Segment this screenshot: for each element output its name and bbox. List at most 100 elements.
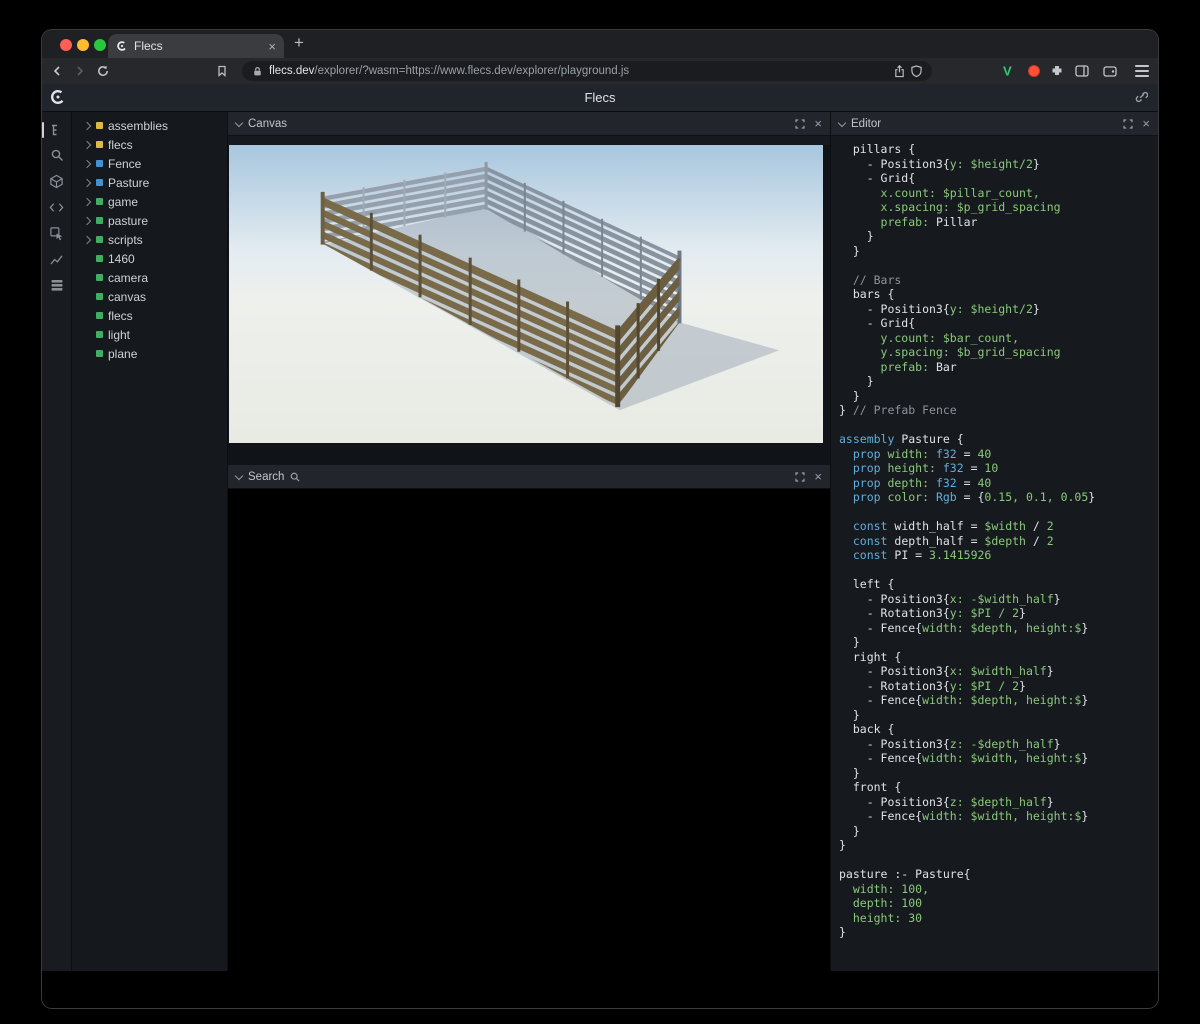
code-line: const width_half = $width / 2 <box>839 519 1158 534</box>
bookmark-sidebar-icon[interactable] <box>216 65 228 77</box>
tab-close-icon[interactable]: × <box>268 40 276 53</box>
tree-item-label: flecs <box>108 138 133 152</box>
entity-color-square <box>96 217 103 224</box>
browser-tab[interactable]: Flecs × <box>108 34 284 58</box>
menu-hamburger-icon[interactable] <box>1135 70 1149 72</box>
new-tab-button[interactable]: + <box>294 33 304 53</box>
address-bar[interactable]: flecs.dev/explorer/?wasm=https://www.fle… <box>242 61 932 81</box>
reload-button[interactable] <box>97 65 109 77</box>
code-line: back { <box>839 722 1158 737</box>
code-line: - Position3{y: $height/2} <box>839 302 1158 317</box>
expand-chevron-icon[interactable] <box>83 216 91 224</box>
zoom-window-button[interactable] <box>94 39 106 51</box>
fullscreen-icon[interactable] <box>795 472 805 482</box>
browser-toolbar: flecs.dev/explorer/?wasm=https://www.fle… <box>42 58 1158 84</box>
wallet-icon[interactable] <box>1103 65 1117 77</box>
tree-item[interactable]: light <box>72 325 227 344</box>
stats-chart-icon[interactable] <box>49 251 65 267</box>
query-search-icon[interactable] <box>49 147 65 163</box>
tree-item[interactable]: flecs <box>72 135 227 154</box>
code-line: assembly Pasture { <box>839 432 1158 447</box>
page-title: Flecs <box>584 90 615 105</box>
v-extension-icon[interactable]: V <box>1003 64 1012 79</box>
tree-item-label: assemblies <box>108 119 168 133</box>
code-line: prop depth: f32 = 40 <box>839 476 1158 491</box>
code-line: } // Prefab Fence <box>839 403 1158 418</box>
minimize-window-button[interactable] <box>77 39 89 51</box>
red-extension-icon[interactable] <box>1028 65 1040 77</box>
flecs-favicon-icon <box>116 40 128 52</box>
tree-item[interactable]: 1460 <box>72 249 227 268</box>
code-line: - Position3{z: -$depth_half} <box>839 737 1158 752</box>
collapse-chevron-icon[interactable] <box>235 471 243 479</box>
code-line <box>839 505 1158 520</box>
share-icon[interactable] <box>894 65 905 78</box>
tree-item[interactable]: plane <box>72 344 227 363</box>
fullscreen-icon[interactable] <box>795 119 805 129</box>
side-panel-icon[interactable] <box>1075 65 1089 77</box>
share-link-icon[interactable] <box>1134 90 1148 104</box>
code-line: left { <box>839 577 1158 592</box>
editor-panel-title: Editor <box>851 118 881 130</box>
tree-item[interactable]: camera <box>72 268 227 287</box>
editor-panel-header: Editor × <box>831 112 1158 136</box>
tree-item[interactable]: assemblies <box>72 116 227 135</box>
inspect-cursor-icon[interactable] <box>49 225 65 241</box>
expand-chevron-icon[interactable] <box>83 121 91 129</box>
tree-item-label: camera <box>108 271 148 285</box>
close-panel-icon[interactable]: × <box>814 117 822 130</box>
flecs-page: Flecs <box>42 84 1158 1008</box>
code-line: prefab: Bar <box>839 360 1158 375</box>
tree-item[interactable]: flecs <box>72 306 227 325</box>
entity-tree: assemblies flecs FencePasture game pasturesc… <box>72 112 228 971</box>
expand-chevron-icon[interactable] <box>83 159 91 167</box>
search-panel-header: Search × <box>228 465 830 489</box>
close-panel-icon[interactable]: × <box>814 470 822 483</box>
code-line: prefab: Pillar <box>839 215 1158 230</box>
url-path: /explorer/?wasm=https://www.flecs.dev/ex… <box>314 65 629 77</box>
extensions-puzzle-icon[interactable] <box>1051 65 1064 78</box>
expand-chevron-icon[interactable] <box>83 197 91 205</box>
memory-rows-icon[interactable] <box>49 277 65 293</box>
brave-shield-icon[interactable] <box>911 65 922 78</box>
code-line: - Position3{z: $depth_half} <box>839 795 1158 810</box>
tree-item[interactable]: scripts <box>72 230 227 249</box>
expand-chevron-icon[interactable] <box>83 140 91 148</box>
editor-code[interactable]: pillars { - Position3{y: $height/2} - Gr… <box>831 136 1158 971</box>
collapse-chevron-icon[interactable] <box>838 118 846 126</box>
3d-viewport[interactable] <box>229 145 823 443</box>
collapse-chevron-icon[interactable] <box>235 118 243 126</box>
entity-color-square <box>96 274 103 281</box>
code-line: - Position3{x: $width_half} <box>839 664 1158 679</box>
tab-strip: Flecs × + <box>42 30 1158 58</box>
code-line: prop color: Rgb = {0.15, 0.1, 0.05} <box>839 490 1158 505</box>
tree-item[interactable]: game <box>72 192 227 211</box>
close-panel-icon[interactable]: × <box>1142 117 1150 130</box>
tree-item[interactable]: Pasture <box>72 173 227 192</box>
code-line: } <box>839 389 1158 404</box>
forward-button[interactable] <box>74 65 86 77</box>
tree-item[interactable]: pasture <box>72 211 227 230</box>
url-text[interactable]: flecs.dev/explorer/?wasm=https://www.fle… <box>269 65 888 77</box>
code-line: } <box>839 838 1158 853</box>
tab-title: Flecs <box>134 39 268 53</box>
tree-item[interactable]: Fence <box>72 154 227 173</box>
close-window-button[interactable] <box>60 39 72 51</box>
code-line: } <box>839 925 1158 940</box>
code-line: } <box>839 374 1158 389</box>
expand-chevron-icon[interactable] <box>83 235 91 243</box>
script-code-icon[interactable] <box>49 199 65 215</box>
entity-tree-icon[interactable] <box>49 121 65 137</box>
expand-chevron-icon[interactable] <box>83 178 91 186</box>
tree-item[interactable]: canvas <box>72 287 227 306</box>
code-line <box>839 853 1158 868</box>
code-line: - Position3{x: -$width_half} <box>839 592 1158 607</box>
back-button[interactable] <box>51 65 63 77</box>
fullscreen-icon[interactable] <box>1123 119 1133 129</box>
code-line: - Fence{width: $width, height:$} <box>839 751 1158 766</box>
components-cube-icon[interactable] <box>49 173 65 189</box>
tree-item-label: game <box>108 195 138 209</box>
canvas-panel-header: Canvas × <box>228 112 830 136</box>
app-header: Flecs <box>42 84 1158 112</box>
code-line: depth: 100 <box>839 896 1158 911</box>
